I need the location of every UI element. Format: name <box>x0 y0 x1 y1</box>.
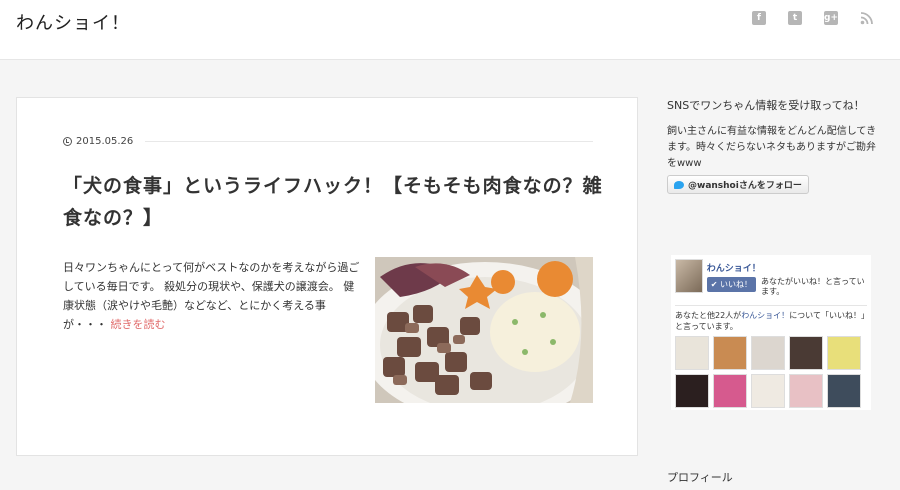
fb-header-info: わんショイ！ ✔ いいね！ あなたがいいね！と言っています。 <box>706 255 871 297</box>
twitter-bird-icon <box>674 180 684 189</box>
fb-like-note: あなたがいいね！と言っています。 <box>761 277 865 296</box>
fb-fan-avatar[interactable] <box>675 374 709 408</box>
read-more-link[interactable]: 続きを読む <box>111 318 166 331</box>
site-title[interactable]: わんショイ！ <box>16 9 130 35</box>
post-excerpt: 日々ワンちゃんにとって何がベストなのかを考えながら過ごしている毎日です。 殺処分… <box>63 258 363 334</box>
follow-button-label: @wanshoiさんをフォロー <box>688 181 802 191</box>
fb-fan-avatar[interactable] <box>789 336 823 370</box>
fb-fan-avatar[interactable] <box>827 374 861 408</box>
fb-header: わんショイ！ ✔ いいね！ あなたがいいね！と言っています。 <box>671 255 871 297</box>
google-plus-icon[interactable]: g+ <box>824 11 838 25</box>
fb-like-button[interactable]: ✔ いいね！ <box>706 277 756 292</box>
clock-icon <box>63 136 72 146</box>
fb-fan-avatar[interactable] <box>827 336 861 370</box>
sns-widget-text: 飼い主さんに有益な情報をどんどん配信してきます。時々くだらないネタもありますがご… <box>667 126 877 169</box>
social-links: f t g+ <box>752 11 874 25</box>
site-header: わんショイ！ f t g+ <box>0 0 900 60</box>
sns-widget-title: SNSでワンちゃん情報を受け取ってね！ <box>667 99 865 112</box>
fb-fan-avatar[interactable] <box>713 374 747 408</box>
fb-fan-avatar[interactable] <box>713 336 747 370</box>
fb-page-name[interactable]: わんショイ！ <box>707 261 871 274</box>
sidebar: SNSでワンちゃん情報を受け取ってね！ 飼い主さんに有益な情報をどんどん配信して… <box>667 97 877 194</box>
fb-divider <box>675 305 867 306</box>
post-date-row: 2015.05.26 <box>63 134 593 148</box>
fb-like-count: あなたと他22人がわんショイ！について「いいね！」と言っています。 <box>671 310 871 332</box>
twitter-icon[interactable]: t <box>788 11 802 25</box>
fb-like-row: ✔ いいね！ あなたがいいね！と言っています。 <box>706 277 871 297</box>
fb-fan-avatar[interactable] <box>751 374 785 408</box>
fb-fan-avatar[interactable] <box>789 374 823 408</box>
fb-page-avatar[interactable] <box>675 259 703 293</box>
date-divider <box>145 140 593 142</box>
post-title[interactable]: 「犬の食事」というライフハック！【そもそも肉食なの？雑食なの？】 <box>63 170 603 234</box>
twitter-follow-button[interactable]: @wanshoiさんをフォロー <box>667 175 809 194</box>
fb-fan-avatar[interactable] <box>751 336 785 370</box>
profile-widget-title: プロフィール <box>667 471 733 484</box>
facebook-page-plugin: わんショイ！ ✔ いいね！ あなたがいいね！と言っています。 あなたと他22人が… <box>671 255 871 410</box>
rss-icon[interactable] <box>860 11 874 25</box>
post-date: 2015.05.26 <box>76 135 134 147</box>
fb-count-prefix: あなたと他22人が <box>675 311 742 320</box>
fb-fan-avatar[interactable] <box>675 336 709 370</box>
post-card: 2015.05.26 「犬の食事」というライフハック！【そもそも肉食なの？雑食な… <box>16 97 638 456</box>
facebook-icon[interactable]: f <box>752 11 766 25</box>
post-thumbnail-image[interactable] <box>375 257 593 403</box>
fb-fan-faces <box>671 332 871 408</box>
fb-count-link[interactable]: わんショイ！ <box>741 311 789 320</box>
